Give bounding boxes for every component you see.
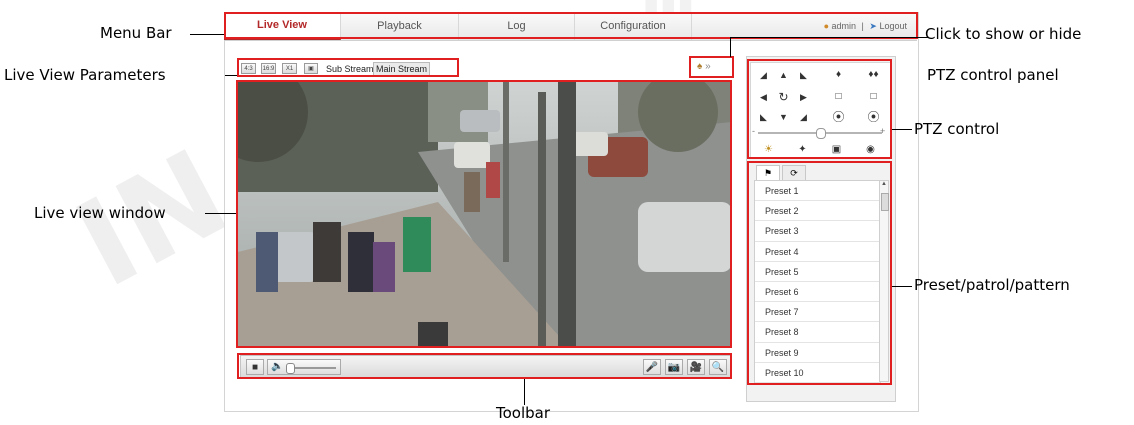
ptz-control-highlight — [747, 59, 892, 159]
toolbar-highlight — [237, 353, 732, 379]
live-view-window-highlight — [236, 80, 732, 348]
toolbar-leader — [524, 379, 525, 405]
preset-leader — [892, 286, 912, 287]
ptz-toggle-highlight — [689, 56, 734, 78]
preset-patrol-pattern-highlight — [747, 161, 892, 385]
live-view-window-annotation: Live view window — [34, 204, 166, 222]
ptz-control-annotation: PTZ control — [914, 120, 1000, 138]
show-hide-leader-h — [730, 37, 928, 38]
live-view-parameters-annotation: Live View Parameters — [4, 66, 166, 84]
menu-bar-highlight — [224, 12, 918, 39]
parameters-leader — [225, 75, 237, 76]
live-view-leader — [205, 213, 236, 214]
menu-bar-annotation: Menu Bar — [100, 24, 172, 42]
ptz-control-panel-annotation: PTZ control panel — [927, 66, 1059, 84]
show-hide-leader-v — [730, 37, 731, 57]
menu-bar-leader — [190, 34, 224, 35]
preset-patrol-pattern-annotation: Preset/patrol/pattern — [914, 276, 1070, 294]
click-show-hide-annotation: Click to show or hide — [925, 25, 1082, 43]
ptz-control-leader — [892, 129, 912, 130]
toolbar-annotation: Toolbar — [496, 404, 551, 422]
live-view-parameters-highlight — [237, 58, 459, 77]
